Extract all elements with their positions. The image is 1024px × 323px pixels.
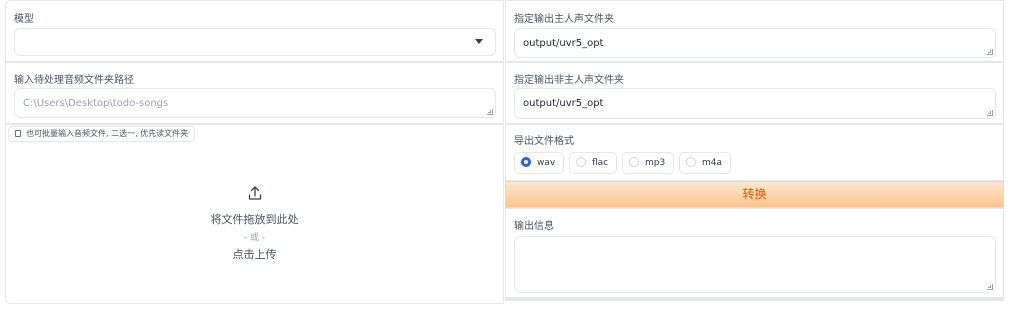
vocal-output-label: 指定输出主人声文件夹 — [514, 14, 614, 25]
instrumental-output-label: 指定输出非主人声文件夹 — [514, 75, 624, 86]
input-path-panel: 输入待处理音频文件夹路径 C:\Users\Desktop\todo-songs — [5, 62, 504, 124]
format-option-label: flac — [592, 158, 609, 168]
instrumental-output-panel: 指定输出非主人声文件夹 output/uvr5_opt — [505, 62, 1004, 124]
input-path-field[interactable]: C:\Users\Desktop\todo-songs — [14, 88, 496, 118]
file-icon — [15, 130, 21, 137]
format-option-label: m4a — [702, 158, 723, 168]
panel-divider — [505, 298, 1004, 301]
format-option-label: wav — [537, 158, 556, 168]
radio-unchecked-icon — [686, 157, 696, 167]
format-label: 导出文件格式 — [514, 136, 574, 147]
resize-handle-icon[interactable] — [987, 49, 993, 55]
upload-dropzone[interactable]: 将文件拖放到此处 - 或 - 点击上传 — [6, 185, 503, 262]
upload-tip-badge: 也可批量输入音频文件, 二选一, 优先读文件夹 — [8, 126, 196, 142]
vocal-output-field[interactable]: output/uvr5_opt — [514, 28, 996, 58]
upload-icon — [248, 186, 261, 200]
input-path-placeholder: C:\Users\Desktop\todo-songs — [23, 98, 169, 109]
vocal-output-value: output/uvr5_opt — [523, 38, 604, 49]
click-upload-text: 点击上传 — [232, 248, 277, 261]
instrumental-output-value: output/uvr5_opt — [523, 98, 604, 109]
convert-button[interactable]: 转换 — [505, 181, 1004, 208]
output-info-field[interactable] — [514, 236, 996, 293]
model-label: 模型 — [14, 14, 34, 25]
radio-unchecked-icon — [629, 157, 639, 167]
resize-handle-icon[interactable] — [487, 109, 493, 115]
format-radio-mp3[interactable]: mp3 — [622, 152, 675, 174]
upload-tip-text: 也可批量输入音频文件, 二选一, 优先读文件夹 — [26, 129, 189, 138]
radio-checked-icon — [521, 157, 531, 167]
resize-handle-icon[interactable] — [987, 110, 993, 116]
drop-files-text: 将文件拖放到此处 — [210, 213, 299, 226]
model-dropdown[interactable] — [14, 28, 496, 56]
output-info-panel: 输出信息 — [505, 208, 1004, 298]
file-upload-panel: 也可批量输入音频文件, 二选一, 优先读文件夹 将文件拖放到此处 - 或 - 点… — [5, 124, 504, 304]
vocal-output-panel: 指定输出主人声文件夹 output/uvr5_opt — [505, 0, 1004, 62]
resize-handle-icon[interactable] — [987, 284, 993, 290]
model-panel: 模型 — [5, 0, 504, 62]
format-radio-flac[interactable]: flac — [569, 152, 618, 174]
format-radio-wav[interactable]: wav — [514, 152, 565, 174]
instrumental-output-field[interactable]: output/uvr5_opt — [514, 88, 996, 119]
chevron-down-icon — [475, 39, 483, 44]
or-separator: - 或 - — [243, 233, 266, 243]
radio-unchecked-icon — [576, 157, 586, 167]
input-path-label: 输入待处理音频文件夹路径 — [14, 75, 134, 86]
format-panel: 导出文件格式 wav flac mp3 m4a — [505, 124, 1004, 181]
format-option-label: mp3 — [645, 158, 666, 168]
output-info-label: 输出信息 — [514, 221, 554, 232]
format-radio-m4a[interactable]: m4a — [679, 152, 732, 174]
